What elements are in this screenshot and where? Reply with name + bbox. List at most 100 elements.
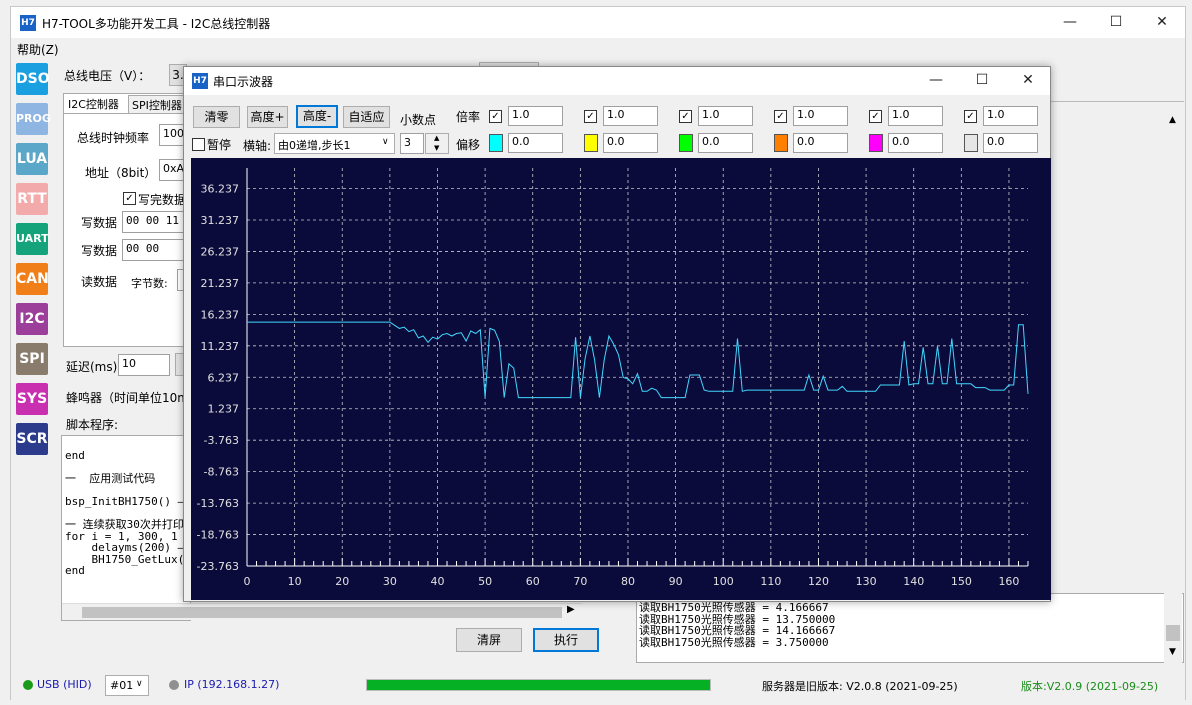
nav-uart-button[interactable]: UART <box>16 223 49 255</box>
log-scrollbar-thumb[interactable] <box>1166 625 1180 641</box>
tab-i2c-label: I2C控制器 <box>68 98 119 111</box>
x-tick-label: 150 <box>951 575 972 588</box>
channel-1-offset-input[interactable]: 0.0 <box>508 133 563 153</box>
pause-checkbox[interactable] <box>192 138 205 151</box>
log-vertical-scrollbar[interactable]: ▲ ▼ <box>1164 105 1182 663</box>
nav-lua-button[interactable]: LUA <box>16 143 48 175</box>
main-window-title: H7-TOOL多功能开发工具 - I2C总线控制器 <box>42 17 271 31</box>
nav-rtt-button[interactable]: RTT <box>16 183 48 215</box>
progress-bar <box>366 679 711 691</box>
after-write-checkbox[interactable]: ✓ <box>123 192 136 205</box>
nav-spi-button[interactable]: SPI <box>16 343 48 375</box>
decimal-spinner[interactable]: ▲ ▼ <box>425 133 449 154</box>
nav-prog-button[interactable]: PROG <box>16 103 51 135</box>
scope-maximize-button[interactable]: ☐ <box>959 65 1005 95</box>
menu-bar: 帮助(Z) <box>11 38 1185 60</box>
port-select-value: #01 <box>110 679 134 692</box>
read-data-label: 读数据 <box>81 275 118 289</box>
channel-3-color-swatch[interactable] <box>679 134 693 152</box>
channel-1-color-swatch[interactable] <box>489 134 503 152</box>
height-minus-button[interactable]: 高度- <box>296 105 338 128</box>
scope-minimize-button[interactable]: — <box>913 65 959 95</box>
script-line: end <box>65 564 85 577</box>
execute-button[interactable]: 执行 <box>533 628 599 652</box>
menu-help[interactable]: 帮助(Z) <box>17 41 59 58</box>
scroll-up-icon[interactable]: ▲ <box>1169 115 1176 125</box>
channel-5-offset-input[interactable]: 0.0 <box>888 133 943 153</box>
delay-input[interactable]: 10 <box>118 354 170 376</box>
script-line: 一 应用测试代码 <box>65 472 156 485</box>
y-tick-label: 36.237 <box>201 183 240 196</box>
clear-zero-button[interactable]: 清零 <box>193 106 240 128</box>
write-data-label-2: 写数据 <box>81 244 118 258</box>
write-data-label-1: 写数据 <box>81 216 118 230</box>
x-tick-label: 20 <box>335 575 349 588</box>
tab-spi-controller[interactable]: SPI控制器 <box>128 95 188 113</box>
channel-6-color-swatch[interactable] <box>964 134 978 152</box>
channel-4-color-swatch[interactable] <box>774 134 788 152</box>
log-text: 读取BH1750光照传感器 = 4.166667 读取BH1750光照传感器 = … <box>639 602 835 648</box>
channel-1-enable-checkbox[interactable]: ✓ <box>489 110 502 123</box>
log-output[interactable]: 读取BH1750光照传感器 = 4.166667 读取BH1750光照传感器 = … <box>636 593 1184 663</box>
y-tick-label: 31.237 <box>201 214 240 227</box>
x-tick-label: 70 <box>573 575 587 588</box>
server-version-label: 服务器是旧版本: V2.0.8 (2021-09-25) <box>762 680 958 693</box>
channel-5-enable-checkbox[interactable]: ✓ <box>869 110 882 123</box>
log-line: 读取BH1750光照传感器 = 14.166667 <box>639 624 836 637</box>
channel-3-offset-input[interactable]: 0.0 <box>698 133 753 153</box>
clear-screen-button[interactable]: 清屏 <box>456 628 522 652</box>
y-tick-label: -13.763 <box>197 497 239 510</box>
channel-2-scale-input[interactable]: 1.0 <box>603 106 658 126</box>
nav-scr-button[interactable]: SCR <box>16 423 48 455</box>
channel-4-offset-input[interactable]: 0.0 <box>793 133 848 153</box>
height-plus-button[interactable]: 高度+ <box>247 106 288 128</box>
script-line: end <box>65 449 85 462</box>
byte-count-label: 字节数: <box>131 277 168 290</box>
scrollbar-thumb[interactable] <box>82 607 562 618</box>
local-version-label: 版本:V2.0.9 (2021-09-25) <box>1021 680 1159 693</box>
nav-can-button[interactable]: CAN <box>16 263 49 295</box>
nav-sys-button[interactable]: SYS <box>16 383 48 415</box>
channel-2-enable-checkbox[interactable]: ✓ <box>584 110 597 123</box>
channel-5-scale-input[interactable]: 1.0 <box>888 106 943 126</box>
nav-i2c-button[interactable]: I2C <box>16 303 48 335</box>
channel-6-offset-input[interactable]: 0.0 <box>983 133 1038 153</box>
script-editor[interactable]: end 一 应用测试代码 bsp_InitBH1750() — 一 连续获取30次并打… <box>61 435 191 621</box>
channel-2-offset-input[interactable]: 0.0 <box>603 133 658 153</box>
auto-fit-button[interactable]: 自适应 <box>343 106 390 128</box>
close-button[interactable]: ✕ <box>1139 7 1185 37</box>
channel-4-enable-checkbox[interactable]: ✓ <box>774 110 787 123</box>
scroll-down-icon[interactable]: ▼ <box>1169 647 1176 657</box>
x-axis-select[interactable]: 由0递增,步长1 ∨ <box>274 133 395 154</box>
write-data-input-1[interactable]: 00 00 11 2 <box>122 211 188 233</box>
spin-down-icon[interactable]: ▼ <box>434 144 439 152</box>
channel-5-color-swatch[interactable] <box>869 134 883 152</box>
scale-label: 倍率 <box>456 110 481 124</box>
y-tick-label: -3.763 <box>204 434 239 447</box>
minimize-button[interactable]: — <box>1047 7 1093 37</box>
channel-3-enable-checkbox[interactable]: ✓ <box>679 110 692 123</box>
maximize-button[interactable]: ☐ <box>1093 7 1139 37</box>
script-line: delayms(200) — <box>65 541 185 554</box>
channel-2-color-swatch[interactable] <box>584 134 598 152</box>
script-line: bsp_InitBH1750() — <box>65 495 185 508</box>
channel-6-enable-checkbox[interactable]: ✓ <box>964 110 977 123</box>
channel-4-scale-input[interactable]: 1.0 <box>793 106 848 126</box>
channel-3-scale-input[interactable]: 1.0 <box>698 106 753 126</box>
scroll-right-icon[interactable]: ▶ <box>567 604 575 615</box>
ip-status-label: IP (192.168.1.27) <box>184 678 280 691</box>
scope-plot[interactable]: 36.237 31.237 26.237 21.237 16.237 11.237 6.23… <box>191 158 1051 600</box>
status-bar: USB (HID) #01 ∨ IP (192.168.1.27) 服务器是旧版… <box>11 670 1185 700</box>
x-axis-select-value: 由0递增,步长1 <box>278 139 351 152</box>
channel-1-scale-input[interactable]: 1.0 <box>508 106 563 126</box>
script-code: end 一 应用测试代码 bsp_InitBH1750() — 一 连续获取30次并打… <box>65 449 190 577</box>
nav-dso-button[interactable]: DSO <box>16 63 50 95</box>
port-select[interactable]: #01 ∨ <box>105 675 149 696</box>
channel-6-scale-input[interactable]: 1.0 <box>983 106 1038 126</box>
decimal-input[interactable]: 3 <box>400 133 424 154</box>
script-horizontal-scrollbar[interactable]: ▶ <box>62 603 582 620</box>
x-tick-label: 160 <box>998 575 1019 588</box>
scope-close-button[interactable]: ✕ <box>1005 65 1051 95</box>
write-data-input-2[interactable]: 00 00 <box>122 239 188 261</box>
spin-up-icon[interactable]: ▲ <box>434 134 439 142</box>
